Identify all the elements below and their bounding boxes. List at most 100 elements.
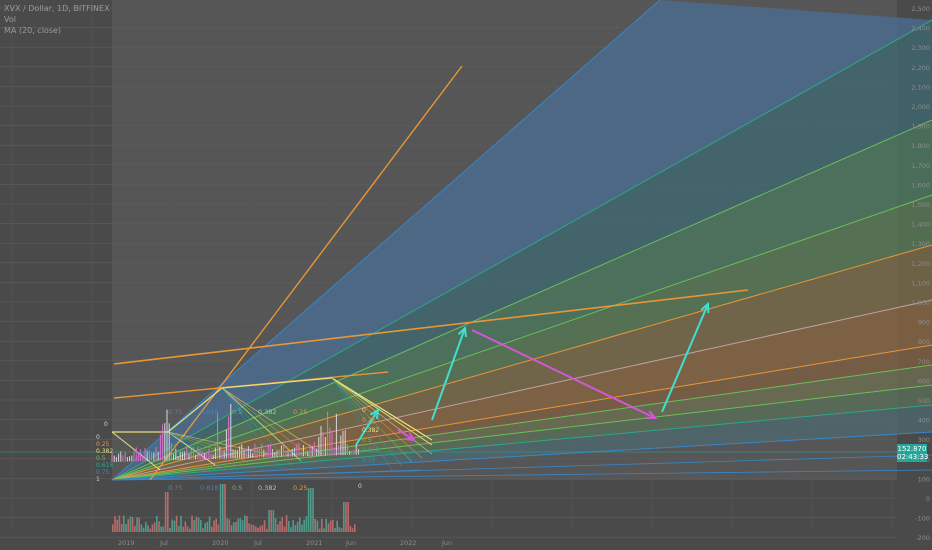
volume-bar <box>224 484 226 532</box>
fib-marker-bottom: 0 <box>358 483 362 490</box>
volume-bar <box>149 528 151 532</box>
volume-bar <box>182 526 184 532</box>
volume-bar <box>321 518 323 532</box>
volume-bar <box>235 522 237 532</box>
y-axis-tick-label: 2,500 <box>911 5 930 13</box>
x-axis-tick-label: 2022 <box>400 539 417 547</box>
volume-bar <box>208 516 211 532</box>
fib-level-label-left: 0.5 <box>96 455 106 462</box>
volume-bar <box>162 526 165 532</box>
volume-bar <box>290 527 292 532</box>
y-axis-tick-label: 1,000 <box>911 299 930 307</box>
volume-bar <box>123 515 125 532</box>
volume-label[interactable]: Vol <box>4 14 110 25</box>
volume-bar <box>195 516 198 532</box>
volume-bar <box>213 520 215 532</box>
volume-bar <box>184 521 187 532</box>
y-axis-tick-label: 2,100 <box>911 83 930 91</box>
last-price-value: 152.870 <box>897 445 927 453</box>
fib-level-label-left: 0 <box>96 434 100 441</box>
volume-bar <box>261 525 264 532</box>
y-axis-tick-label: 600 <box>918 377 930 385</box>
y-axis-tick-label: 2,000 <box>911 103 930 111</box>
volume-bar <box>334 528 336 532</box>
fib-level-label-right: 0.382 <box>362 427 379 434</box>
volume-bar <box>248 523 250 532</box>
y-axis-tick-label: 1,600 <box>911 181 930 189</box>
volume-bar <box>118 515 121 532</box>
y-axis-tick-label: 2,200 <box>911 64 930 72</box>
volume-bar <box>294 524 297 532</box>
y-axis-tick-label: 1,300 <box>911 240 930 248</box>
bar-countdown: 02:43:33 <box>897 453 929 461</box>
last-price-tag: 152.870 02:43:33 <box>897 444 929 462</box>
volume-bar <box>305 516 308 532</box>
fib-level-label-right: 0.75 <box>362 457 376 464</box>
volume-bar <box>145 521 147 532</box>
volume-bar <box>241 520 244 532</box>
volume-bar <box>354 524 356 532</box>
y-axis-tick-label: -200 <box>915 534 930 542</box>
fib-level-label-upper: 0.75 <box>168 408 182 416</box>
price-chart[interactable]: 0.75 0.618 0.5 0.382 0.250.75 0.618 0.5 0.382 0.… <box>0 0 932 550</box>
volume-bar <box>189 528 191 532</box>
volume-bar <box>191 515 193 532</box>
symbol-label[interactable]: XVX / Dollar, 1D, BITFINEX <box>4 3 110 14</box>
x-axis-tick-label: 2021 <box>306 539 323 547</box>
volume-bar <box>204 522 206 532</box>
volume-bar <box>175 515 178 532</box>
fib-level-label-lower: 0.618 <box>200 484 219 492</box>
y-axis-tick-label: 0 <box>926 495 930 503</box>
fib-level-label-upper: 0.25 <box>293 408 307 416</box>
volume-bar <box>178 525 180 532</box>
fib-level-label-upper: 0.618 <box>200 408 219 416</box>
volume-bar <box>310 488 312 532</box>
volume-bar <box>226 518 228 532</box>
fib-marker-top: 0 <box>104 421 108 428</box>
volume-bar <box>349 525 352 532</box>
x-axis-tick-label: 2020 <box>212 539 229 547</box>
y-axis-tick-label: 1,200 <box>911 260 930 268</box>
volume-bar <box>283 526 286 532</box>
volume-bar <box>307 488 310 532</box>
x-axis-tick-label: Jul <box>159 539 168 547</box>
volume-bar <box>303 519 305 532</box>
fib-level-label-left: 0.618 <box>96 462 113 469</box>
volume-bar <box>197 517 200 532</box>
ma-label[interactable]: MA (20, close) <box>4 25 110 36</box>
y-axis-tick-label: 2,300 <box>911 44 930 52</box>
chart-legend: XVX / Dollar, 1D, BITFINEX Vol MA (20, c… <box>4 3 110 36</box>
volume-bar <box>327 523 330 532</box>
fib-level-label-right: 0 <box>362 407 366 414</box>
volume-bar <box>259 526 261 532</box>
volume-bar <box>239 518 242 532</box>
chart-window: 0.75 0.618 0.5 0.382 0.25 0.75 0.618 0.5 0.382 0.… <box>0 0 932 550</box>
volume-bar <box>268 510 270 532</box>
y-axis-tick-label: -100 <box>915 515 930 523</box>
volume-bar <box>296 521 299 532</box>
x-axis-tick-label: 2019 <box>118 539 135 547</box>
volume-bar <box>171 519 173 532</box>
volume-bar <box>347 502 349 532</box>
x-axis-tick-label: Jun <box>441 539 452 547</box>
fib-level-label-right: 0.618 <box>362 447 379 454</box>
volume-bar <box>147 525 149 532</box>
volume-bar <box>279 521 281 532</box>
volume-bar <box>180 515 182 532</box>
volume-bar <box>318 528 321 532</box>
y-axis-tick-label: 1,100 <box>911 279 930 287</box>
volume-bar <box>186 526 189 532</box>
volume-bar <box>140 524 143 532</box>
volume-bar <box>125 523 127 532</box>
fib-level-label-left: 0.75 <box>96 469 110 476</box>
volume-bar <box>215 518 217 532</box>
volume-bar <box>136 517 138 532</box>
fib-level-label-left: 0.382 <box>96 448 113 455</box>
volume-bar <box>116 519 118 532</box>
volume-bar <box>277 524 279 532</box>
volume-bar <box>233 522 235 532</box>
volume-bar <box>338 527 341 532</box>
fib-level-label-upper: 0.382 <box>258 408 277 416</box>
volume-bar <box>343 502 345 532</box>
volume-bar <box>138 517 140 532</box>
